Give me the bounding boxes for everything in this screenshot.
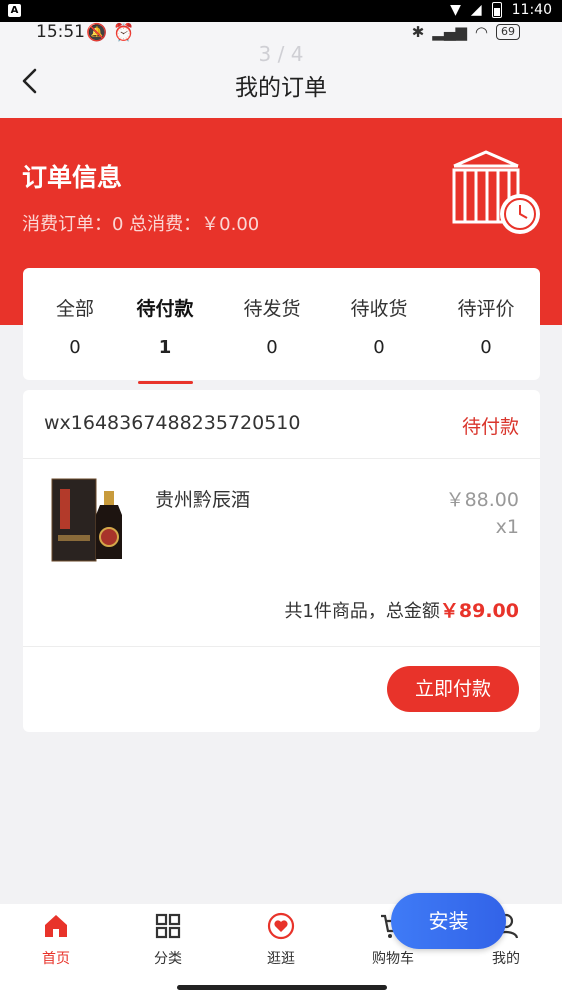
- bluetooth-icon: ✱: [411, 23, 425, 41]
- active-tab-indicator: [138, 381, 193, 384]
- status-time: 15:51: [36, 22, 85, 42]
- signal-icon: ◢: [470, 2, 482, 18]
- banner-title: 订单信息: [22, 163, 123, 192]
- tab-label: 待收货: [350, 298, 408, 320]
- tab-all[interactable]: 全部 0: [23, 268, 127, 380]
- notification-badge: A: [8, 4, 21, 17]
- tab-pending-shipment[interactable]: 待发货 0: [220, 268, 324, 380]
- tab-pending-review[interactable]: 待评价 0: [434, 268, 538, 380]
- nav-browse[interactable]: 逛逛: [225, 904, 337, 984]
- nav-label: 分类: [154, 951, 182, 967]
- nav-label: 首页: [42, 951, 70, 967]
- status-icons: ✱ ▂▄▆ ◠ 69: [412, 23, 520, 41]
- wifi-status-icon: ◠: [474, 23, 488, 41]
- system-icons: ▼ ◢ 11:40: [450, 2, 552, 18]
- divider: [23, 646, 540, 647]
- tab-pending-receipt[interactable]: 待收货 0: [327, 268, 431, 380]
- home-icon: [45, 915, 67, 937]
- tab-label: 全部: [55, 298, 94, 320]
- tab-label: 待付款: [136, 298, 194, 320]
- order-card: wx1648367488235720510 待付款 贵州黔辰酒 ￥88.00 x…: [23, 390, 540, 732]
- order-summary: 消费订单：0 总消费：￥0.00: [22, 214, 260, 235]
- tab-count: 0: [373, 337, 385, 358]
- install-button[interactable]: 安装: [391, 893, 506, 949]
- pay-now-button[interactable]: 立即付款: [387, 666, 519, 712]
- total-amount: ￥89.00: [439, 600, 519, 622]
- nav-label: 逛逛: [267, 951, 295, 967]
- nav-label: 我的: [492, 951, 520, 967]
- nav-home[interactable]: 首页: [0, 904, 112, 984]
- tab-count: 1: [158, 337, 172, 358]
- tab-count: 0: [480, 337, 492, 358]
- wifi-icon: ▼: [450, 2, 461, 18]
- alarm-icon: 🔕⏰: [86, 23, 141, 43]
- product-quantity: x1: [495, 516, 519, 538]
- image-pager-indicator: 3 / 4: [258, 42, 304, 66]
- system-status-bar: A ▼ ◢ 11:40: [0, 0, 562, 22]
- order-number: wx1648367488235720510: [44, 412, 301, 434]
- nav-category[interactable]: 分类: [112, 904, 224, 984]
- tab-label: 待评价: [457, 298, 515, 320]
- product-price: ￥88.00: [445, 489, 519, 511]
- total-prefix: 共1件商品，总金额: [284, 601, 440, 622]
- home-indicator[interactable]: [177, 985, 387, 990]
- store-clock-icon: [452, 150, 540, 234]
- order-status-tabs: 全部 0 待付款 1 待发货 0 待收货 0 待评价 0: [23, 268, 540, 384]
- heart-icon: [267, 912, 295, 940]
- order-total: 共1件商品，总金额￥89.00: [284, 596, 519, 623]
- product-name[interactable]: 贵州黔辰酒: [155, 485, 250, 512]
- order-status: 待付款: [461, 416, 519, 438]
- order-header: wx1648367488235720510 待付款: [23, 390, 540, 459]
- tab-label: 待发货: [243, 298, 301, 320]
- grid-icon: [155, 913, 181, 939]
- signal-bars-icon: ▂▄▆: [432, 23, 467, 41]
- system-clock: 11:40: [511, 2, 552, 18]
- battery-level: 69: [496, 24, 520, 40]
- product-image[interactable]: [50, 475, 126, 565]
- tab-count: 0: [266, 337, 278, 358]
- tab-pending-payment[interactable]: 待付款 1: [113, 268, 217, 380]
- nav-label: 购物车: [372, 951, 414, 967]
- battery-icon: [491, 2, 502, 18]
- page-title: 我的订单: [235, 75, 327, 101]
- tab-count: 0: [69, 337, 81, 358]
